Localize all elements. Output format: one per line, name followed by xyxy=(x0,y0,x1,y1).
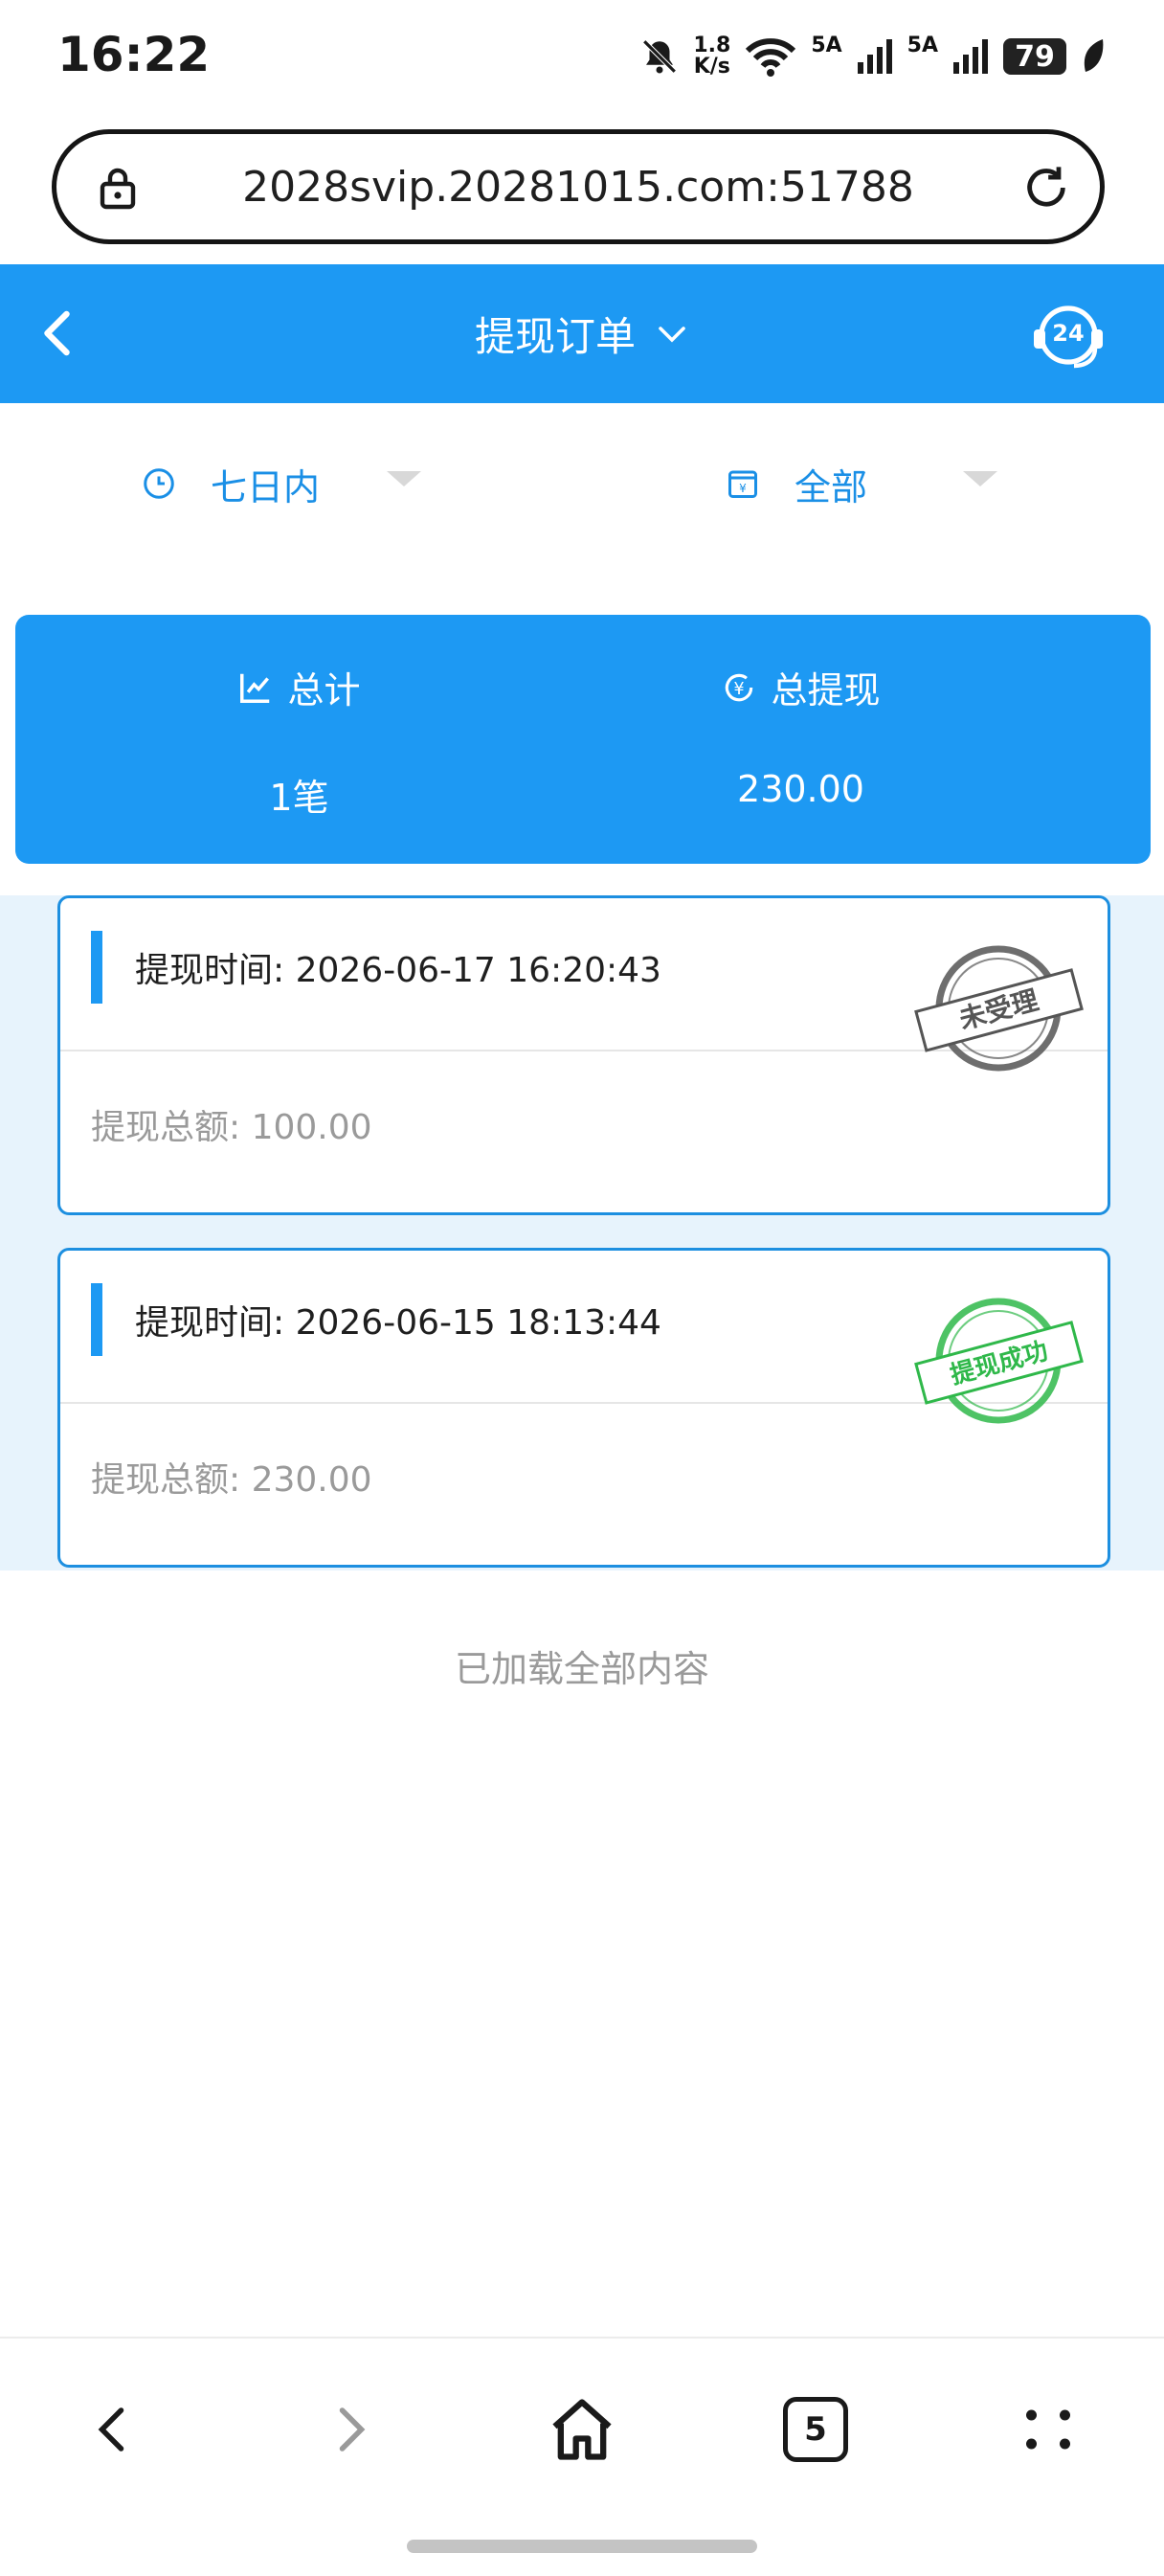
order-amount-label: 提现总额: xyxy=(91,1460,241,1500)
chevron-down-icon xyxy=(659,326,685,343)
address-bar[interactable]: 2028svip.20281015.com:51788 xyxy=(52,129,1105,244)
summary-total: 总计 1笔 xyxy=(15,615,583,864)
list-end-text: 已加载全部内容 xyxy=(454,1648,709,1690)
wifi-icon xyxy=(746,38,796,77)
network-speed: 1.8 K/s xyxy=(693,35,730,78)
time-range-label: 七日内 xyxy=(211,465,321,508)
signal-type-1: 5A xyxy=(811,33,842,57)
signal-bars-icon xyxy=(953,39,988,74)
card-accent xyxy=(91,931,102,1004)
time-range-filter[interactable]: 七日内 xyxy=(142,450,422,517)
order-amount: 提现总额: 100.00 xyxy=(91,1099,372,1149)
url-text[interactable]: 2028svip.20281015.com:51788 xyxy=(56,134,1100,239)
more-dots-icon xyxy=(1026,2409,1070,2450)
page-title-dropdown[interactable]: 提现订单 xyxy=(0,264,1164,403)
page-title: 提现订单 xyxy=(474,313,636,360)
speed-value: 1.8 xyxy=(693,34,731,57)
battery-indicator: 79 xyxy=(1003,38,1066,75)
withdraw-label: 总提现 xyxy=(771,669,881,712)
gesture-bar[interactable] xyxy=(407,2540,757,2553)
svg-text:¥: ¥ xyxy=(739,482,747,495)
order-card[interactable]: 提现时间: 2026-06-15 18:13:44 提现总额: 230.00 提… xyxy=(57,1248,1110,1568)
chart-icon xyxy=(240,673,270,703)
order-time-value: 2026-06-15 18:13:44 xyxy=(295,1303,661,1343)
order-time-label: 提现时间: xyxy=(135,951,285,990)
dropdown-triangle-icon xyxy=(963,471,998,486)
order-amount-label: 提现总额: xyxy=(91,1108,241,1147)
customer-service-button[interactable]: 24 xyxy=(1030,301,1107,373)
order-card[interactable]: 提现时间: 2026-06-17 16:20:43 提现总额: 100.00 未… xyxy=(57,895,1110,1215)
back-icon xyxy=(98,2407,124,2452)
order-amount-value: 230.00 xyxy=(251,1460,372,1500)
order-time-label: 提现时间: xyxy=(135,1303,285,1343)
tab-count: 5 xyxy=(783,2397,848,2462)
bell-muted-icon xyxy=(642,39,677,74)
nav-back-button[interactable] xyxy=(61,2377,167,2482)
card-accent xyxy=(91,1283,102,1356)
support-badge: 24 xyxy=(1052,320,1085,347)
status-icons: 1.8 K/s 5A 5A 79 xyxy=(639,33,1107,80)
withdraw-value: 230.00 xyxy=(737,768,864,810)
wallet-icon: ¥ xyxy=(728,470,757,498)
forward-icon xyxy=(339,2407,366,2452)
order-time: 提现时间: 2026-06-15 18:13:44 xyxy=(135,1295,661,1344)
order-time: 提现时间: 2026-06-17 16:20:43 xyxy=(135,942,661,992)
clock-icon xyxy=(144,468,174,499)
status-time: 16:22 xyxy=(57,27,211,82)
nav-home-button[interactable] xyxy=(529,2377,635,2482)
home-icon xyxy=(552,2399,612,2460)
order-amount-value: 100.00 xyxy=(251,1108,372,1147)
status-label: 全部 xyxy=(795,465,868,508)
reload-icon[interactable] xyxy=(1021,163,1071,213)
svg-text:¥: ¥ xyxy=(734,680,745,699)
nav-menu-button[interactable] xyxy=(996,2377,1101,2482)
app-header: 提现订单 24 xyxy=(0,264,1164,403)
yen-circle-icon: ¥ xyxy=(726,673,753,701)
stamp-pending-icon: 未受理 xyxy=(914,945,1084,1072)
nav-forward-button[interactable] xyxy=(297,2377,402,2482)
summary-withdraw: ¥ 总提现 230.00 xyxy=(517,615,1085,864)
order-amount: 提现总额: 230.00 xyxy=(91,1452,372,1502)
summary-panel: 总计 1笔 ¥ 总提现 230.00 xyxy=(15,615,1151,864)
leaf-icon xyxy=(1084,39,1104,72)
signal-type-2: 5A xyxy=(907,33,938,57)
order-time-value: 2026-06-17 16:20:43 xyxy=(295,951,661,990)
speed-unit: K/s xyxy=(693,55,730,79)
lock-icon[interactable] xyxy=(95,165,141,211)
status-bar: 16:22 1.8 K/s 5A 5A 79 xyxy=(0,0,1164,115)
status-filter[interactable]: ¥ 全部 xyxy=(726,450,998,517)
dropdown-triangle-icon xyxy=(387,471,422,486)
total-label: 总计 xyxy=(287,669,361,712)
total-value: 1笔 xyxy=(269,777,329,819)
signal-bars-icon xyxy=(857,39,892,74)
nav-tabs-button[interactable]: 5 xyxy=(763,2377,868,2482)
stamp-success-icon: 提现成功 xyxy=(914,1298,1084,1424)
